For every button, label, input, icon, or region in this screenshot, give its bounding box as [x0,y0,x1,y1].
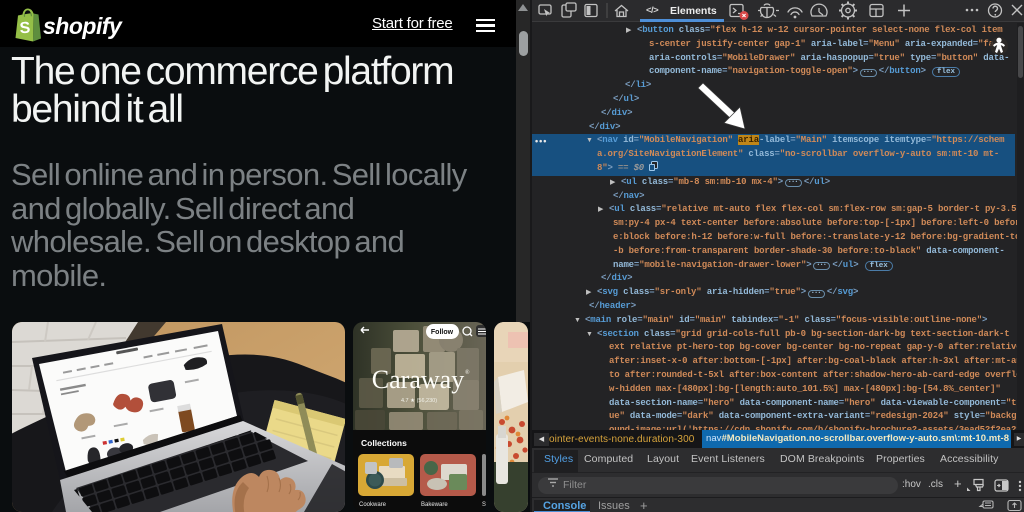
svg-text:Follow: Follow [431,329,454,336]
svg-text:Caraway: Caraway [372,365,464,394]
svg-text:Bakeware: Bakeware [421,502,448,508]
svg-text:Collections: Collections [361,438,407,448]
svg-text:S: S [19,20,31,38]
svg-text:St: St [482,502,486,508]
svg-text:®: ® [465,369,470,376]
svg-text:Cookware: Cookware [359,502,387,508]
svg-text:4.7 ★ (56,230): 4.7 ★ (56,230) [401,397,437,404]
